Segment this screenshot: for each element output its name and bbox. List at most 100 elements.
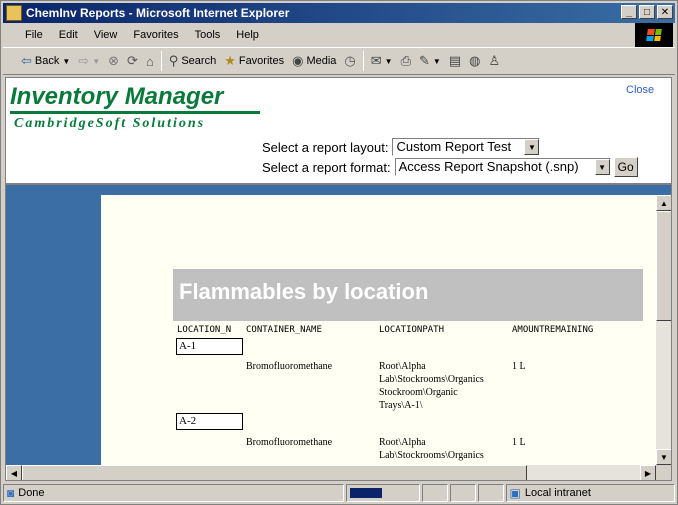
windows-flag-icon xyxy=(646,29,662,41)
toolbar-separator xyxy=(362,51,364,71)
viewer-top-band xyxy=(6,185,656,195)
mail-icon: ✉ xyxy=(370,53,382,68)
document-icon: ▤ xyxy=(448,53,462,68)
layout-label: Select a report layout: xyxy=(262,139,389,155)
location-path: Root\Alpha Lab\Stockrooms\Organics xyxy=(379,436,484,462)
refresh-icon: ⟳ xyxy=(127,53,138,68)
menu-file[interactable]: File xyxy=(17,29,51,41)
close-button[interactable]: ✕ xyxy=(657,5,673,19)
progress-bar xyxy=(349,488,382,498)
messenger-button[interactable]: ♙ xyxy=(484,50,504,72)
status-pane-empty xyxy=(421,484,448,502)
chevron-down-icon[interactable]: ▼ xyxy=(385,57,393,66)
amount-remaining: 1 L xyxy=(512,361,526,372)
menu-edit[interactable]: Edit xyxy=(51,29,86,41)
vertical-scrollbar[interactable]: ▲ ▼ xyxy=(656,195,671,465)
forward-button[interactable]: ⇨ ▼ xyxy=(74,50,104,72)
print-button[interactable]: ⎙ xyxy=(397,50,415,72)
progress-pane xyxy=(345,484,420,502)
status-text: Done xyxy=(18,487,45,499)
history-button[interactable]: ◷ xyxy=(340,50,359,72)
chevron-down-icon[interactable]: ▼ xyxy=(524,139,540,155)
location-box: A-2 xyxy=(176,413,243,430)
report-snapshot-viewer: Flammables by location LOCATION_N CONTAI… xyxy=(6,183,671,480)
path-line: Lab\Stockrooms\Organics xyxy=(379,450,484,461)
close-link[interactable]: Close xyxy=(626,84,654,96)
chevron-down-icon[interactable]: ▼ xyxy=(92,57,100,66)
maximize-button[interactable]: □ xyxy=(639,5,655,19)
container-name: Bromofluoromethane xyxy=(246,437,333,448)
path-line: Lab\Stockrooms\Organics xyxy=(379,374,484,385)
stop-button[interactable]: ⊗ xyxy=(104,50,123,72)
search-button[interactable]: ⚲ Search xyxy=(165,50,220,72)
edit-icon: ✎ xyxy=(418,53,430,68)
go-button[interactable]: Go xyxy=(613,157,638,177)
messenger-icon: ♙ xyxy=(488,53,501,68)
amount-remaining: 1 L xyxy=(512,437,526,448)
menu-favorites[interactable]: Favorites xyxy=(125,29,186,41)
zone-pane: ▣ Local intranet xyxy=(505,484,675,502)
layout-row: Select a report layout: Custom Report Te… xyxy=(262,138,541,156)
app-icon xyxy=(6,5,22,21)
location-box: A-1 xyxy=(176,338,243,355)
scroll-right-button[interactable]: ▶ xyxy=(640,465,656,480)
stop-icon: ⊗ xyxy=(108,53,120,68)
favorites-label: Favorites xyxy=(238,55,285,67)
status-text-pane: ◙ Done xyxy=(3,484,344,502)
menu-bar: File Edit View Favorites Tools Help xyxy=(3,25,633,45)
column-header: CONTAINER_NAME xyxy=(246,325,322,335)
format-label: Select a report format: xyxy=(262,159,391,175)
favorites-button[interactable]: ★ Favorites xyxy=(220,50,288,72)
windows-logo xyxy=(635,23,673,47)
column-header: AMOUNTREMAINING xyxy=(512,325,594,335)
back-arrow-icon: ⇦ xyxy=(21,53,32,68)
search-icon: ⚲ xyxy=(168,53,179,68)
window-title: ChemInv Reports - Microsoft Internet Exp… xyxy=(26,6,290,20)
zone-text: Local intranet xyxy=(524,487,591,499)
home-button[interactable]: ⌂ xyxy=(142,50,158,72)
search-label: Search xyxy=(181,55,217,67)
refresh-button[interactable]: ⟳ xyxy=(123,50,142,72)
discuss-button[interactable]: ▤ xyxy=(445,50,465,72)
globe-icon: ◍ xyxy=(469,53,481,68)
status-bar: ◙ Done ▣ Local intranet xyxy=(3,483,675,503)
format-select[interactable]: Access Report Snapshot (.snp) ▼ xyxy=(394,158,611,176)
edit-button[interactable]: ✎ ▼ xyxy=(415,50,445,72)
chevron-down-icon[interactable]: ▼ xyxy=(433,57,441,66)
menu-help[interactable]: Help xyxy=(228,29,267,41)
chevron-down-icon[interactable]: ▼ xyxy=(594,159,610,175)
location-path: Root\Alpha Lab\Stockrooms\Organics Stock… xyxy=(379,360,484,412)
status-pane-empty xyxy=(477,484,504,502)
back-label: Back xyxy=(34,55,60,67)
scroll-down-button[interactable]: ▼ xyxy=(656,449,671,465)
favorites-icon: ★ xyxy=(224,53,236,68)
title-bar[interactable]: ChemInv Reports - Microsoft Internet Exp… xyxy=(3,3,675,23)
menu-view[interactable]: View xyxy=(86,29,126,41)
globe-button[interactable]: ◍ xyxy=(465,50,484,72)
format-row: Select a report format: Access Report Sn… xyxy=(262,157,638,177)
logo-underline xyxy=(10,111,260,114)
logo-main-text: Inventory Manager xyxy=(10,83,224,110)
mail-button[interactable]: ✉ ▼ xyxy=(367,50,397,72)
browser-window: ChemInv Reports - Microsoft Internet Exp… xyxy=(0,0,678,505)
minimize-button[interactable]: _ xyxy=(621,5,637,19)
media-label: Media xyxy=(306,55,337,67)
path-line: Stockroom\Organic xyxy=(379,387,458,398)
report-title: Flammables by location xyxy=(173,269,643,321)
window-controls: _ □ ✕ xyxy=(621,5,673,19)
scroll-up-button[interactable]: ▲ xyxy=(656,195,671,211)
inventory-manager-logo: Inventory Manager CambridgeSoft Solution… xyxy=(10,83,270,133)
back-button[interactable]: ⇦ Back ▼ xyxy=(17,50,74,72)
horizontal-scroll-thumb[interactable] xyxy=(22,465,527,480)
path-line: Root\Alpha xyxy=(379,361,426,372)
vertical-scroll-thumb[interactable] xyxy=(656,211,671,321)
page-content: Inventory Manager CambridgeSoft Solution… xyxy=(5,77,672,481)
menu-tools[interactable]: Tools xyxy=(187,29,229,41)
media-button[interactable]: ◉ Media xyxy=(288,50,340,72)
chevron-down-icon[interactable]: ▼ xyxy=(62,57,70,66)
horizontal-scrollbar[interactable]: ◀ ▶ xyxy=(6,465,656,480)
layout-select[interactable]: Custom Report Test ▼ xyxy=(392,138,541,156)
print-icon: ⎙ xyxy=(400,53,411,68)
column-header: LOCATIONPATH xyxy=(379,325,445,335)
scroll-left-button[interactable]: ◀ xyxy=(6,465,22,480)
